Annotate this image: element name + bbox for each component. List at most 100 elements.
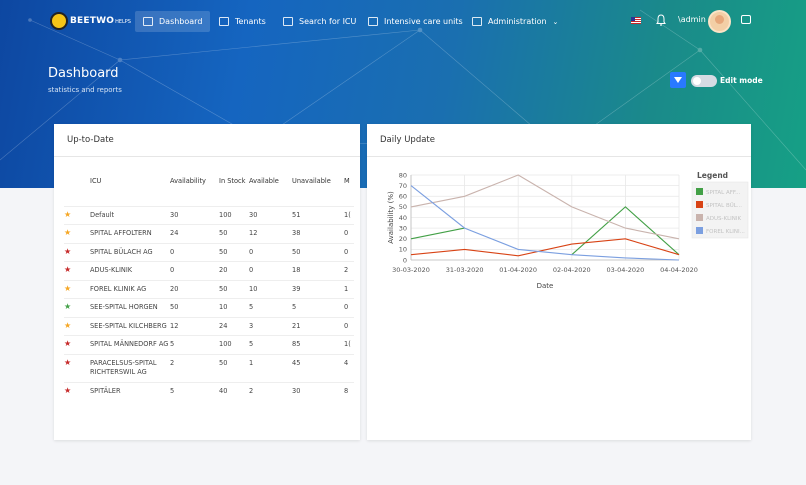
edit-mode-label: Edit mode [720, 76, 763, 85]
star-icon[interactable]: ★ [64, 284, 71, 293]
y-tick-label: 80 [399, 171, 407, 179]
table-row[interactable]: ★ PARACELSUS-SPITAL RICHTERSWIL AG 2 50 1 45 4 [64, 353, 354, 383]
column-header[interactable]: ICU [90, 174, 170, 206]
column-header[interactable]: M [344, 174, 354, 206]
availability-cell: 5 [170, 335, 219, 355]
username[interactable]: \admin [678, 15, 706, 24]
m-cell: 2 [344, 261, 354, 281]
table-row[interactable]: ★ Default 30 100 30 51 1( [64, 205, 354, 225]
star-icon[interactable]: ★ [64, 265, 71, 274]
favorite-star-icon[interactable]: ★ [64, 205, 90, 225]
settings-icon [472, 17, 482, 26]
available-cell: 2 [249, 381, 292, 401]
m-cell: 8 [344, 381, 354, 401]
table-row[interactable]: ★ SPITAL BÜLACH AG 0 50 0 50 0 [64, 242, 354, 262]
favorite-star-icon[interactable]: ★ [64, 224, 90, 244]
unavailable-cell: 85 [292, 335, 344, 355]
available-cell: 10 [249, 279, 292, 299]
favorite-star-icon[interactable]: ★ [64, 381, 90, 401]
table-row[interactable]: ★ FOREL KLINIK AG 20 50 10 39 1 [64, 279, 354, 299]
filter-button[interactable] [670, 72, 686, 88]
available-cell: 12 [249, 224, 292, 244]
icu-name-cell: SPITAL BÜLACH AG [90, 242, 170, 262]
available-cell: 30 [249, 205, 292, 225]
monitor-icon [143, 17, 153, 26]
avatar[interactable] [708, 10, 731, 33]
divider [54, 156, 360, 157]
icu-table: ICU Availability In Stock Available Unav… [64, 174, 354, 401]
icu-name-cell: FOREL KLINIK AG [90, 279, 170, 299]
unavailable-cell: 5 [292, 298, 344, 318]
series-line [410, 238, 680, 257]
legend-swatch [696, 188, 703, 195]
availability-cell: 0 [170, 261, 219, 281]
table-row[interactable]: ★ SEE-SPITAL KILCHBERG 12 24 3 21 0 [64, 316, 354, 336]
unavailable-cell: 51 [292, 205, 344, 225]
icu-name-cell: SEE-SPITAL HORGEN [90, 298, 170, 318]
column-header[interactable]: Availability [170, 174, 219, 206]
star-icon[interactable]: ★ [64, 358, 71, 367]
star-icon[interactable]: ★ [64, 228, 71, 237]
favorite-star-icon[interactable]: ★ [64, 353, 90, 383]
in-stock-cell: 50 [219, 279, 249, 299]
star-icon[interactable]: ★ [64, 302, 71, 311]
icu-name-cell: ADUS-KLINIK [90, 261, 170, 281]
nav-tenants-label: Tenants [235, 17, 266, 26]
star-icon[interactable]: ★ [64, 386, 71, 395]
daily-update-chart: 0 10 20 30 40 50 60 70 80 30-03-2020 31-03-2020 01-… [387, 171, 749, 290]
star-icon[interactable]: ★ [64, 339, 71, 348]
favorite-star-icon[interactable]: ★ [64, 279, 90, 299]
icu-name-cell: Default [90, 205, 170, 225]
card-title: Up-to-Date [67, 135, 114, 145]
in-stock-cell: 24 [219, 316, 249, 336]
legend-entry: ADUS-KLINIK [706, 216, 742, 222]
nav-search-icu[interactable]: Search for ICU [275, 11, 364, 32]
table-row[interactable]: ★ SPITAL AFFOLTERN 24 50 12 38 0 [64, 224, 354, 244]
nav-icu-label: Intensive care units [384, 17, 463, 26]
nav-intensive-care-units[interactable]: Intensive care units [360, 11, 471, 32]
legend-swatch [696, 214, 703, 221]
availability-cell: 0 [170, 242, 219, 262]
icu-name-cell: SEE-SPITAL KILCHBERG [90, 316, 170, 336]
app-logo[interactable]: BEETWO HELPS [50, 12, 131, 30]
x-tick-label: 04-04-2020 [660, 266, 698, 274]
column-header[interactable]: Unavailable [292, 174, 344, 206]
nav-administration[interactable]: Administration ⌄ [464, 11, 566, 32]
favorite-star-icon[interactable]: ★ [64, 316, 90, 336]
chat-icon[interactable] [741, 15, 751, 24]
column-header[interactable]: Available [249, 174, 292, 206]
table-row[interactable]: ★ ADUS-KLINIK 0 20 0 18 2 [64, 261, 354, 281]
table-row[interactable]: ★ SPITAL MÄNNEDORF AG 5 100 5 85 1( [64, 335, 354, 355]
m-cell: 4 [344, 353, 354, 383]
logo-subtext: HELPS [115, 19, 131, 25]
in-stock-cell: 20 [219, 261, 249, 281]
star-icon[interactable]: ★ [64, 321, 71, 330]
favorite-star-icon[interactable]: ★ [64, 242, 90, 262]
availability-cell: 24 [170, 224, 219, 244]
bell-icon[interactable] [656, 14, 666, 26]
home-icon [368, 17, 378, 26]
availability-cell: 20 [170, 279, 219, 299]
us-flag-icon[interactable] [631, 17, 641, 24]
y-tick-label: 20 [399, 235, 407, 243]
unavailable-cell: 38 [292, 224, 344, 244]
star-icon[interactable]: ★ [64, 247, 71, 256]
up-to-date-card: Up-to-Date ICU Availability In Stock Ava… [54, 124, 360, 440]
m-cell: 0 [344, 298, 354, 318]
nav-tenants[interactable]: Tenants [211, 11, 274, 32]
favorite-star-icon[interactable]: ★ [64, 261, 90, 281]
edit-mode-toggle[interactable] [691, 75, 717, 87]
favorite-star-icon[interactable]: ★ [64, 298, 90, 318]
table-row[interactable]: ★ SPITÄLER 5 40 2 30 8 [64, 381, 354, 401]
unavailable-cell: 18 [292, 261, 344, 281]
y-tick-label: 30 [399, 224, 407, 232]
column-header[interactable]: In Stock [219, 174, 249, 206]
star-column-header [64, 174, 90, 206]
star-icon[interactable]: ★ [64, 210, 71, 219]
nav-dashboard[interactable]: Dashboard [135, 11, 211, 32]
favorite-star-icon[interactable]: ★ [64, 335, 90, 355]
table-row[interactable]: ★ SEE-SPITAL HORGEN 50 10 5 5 0 [64, 298, 354, 318]
legend-swatch [696, 227, 703, 234]
availability-cell: 30 [170, 205, 219, 225]
x-tick-label: 03-04-2020 [607, 266, 645, 274]
